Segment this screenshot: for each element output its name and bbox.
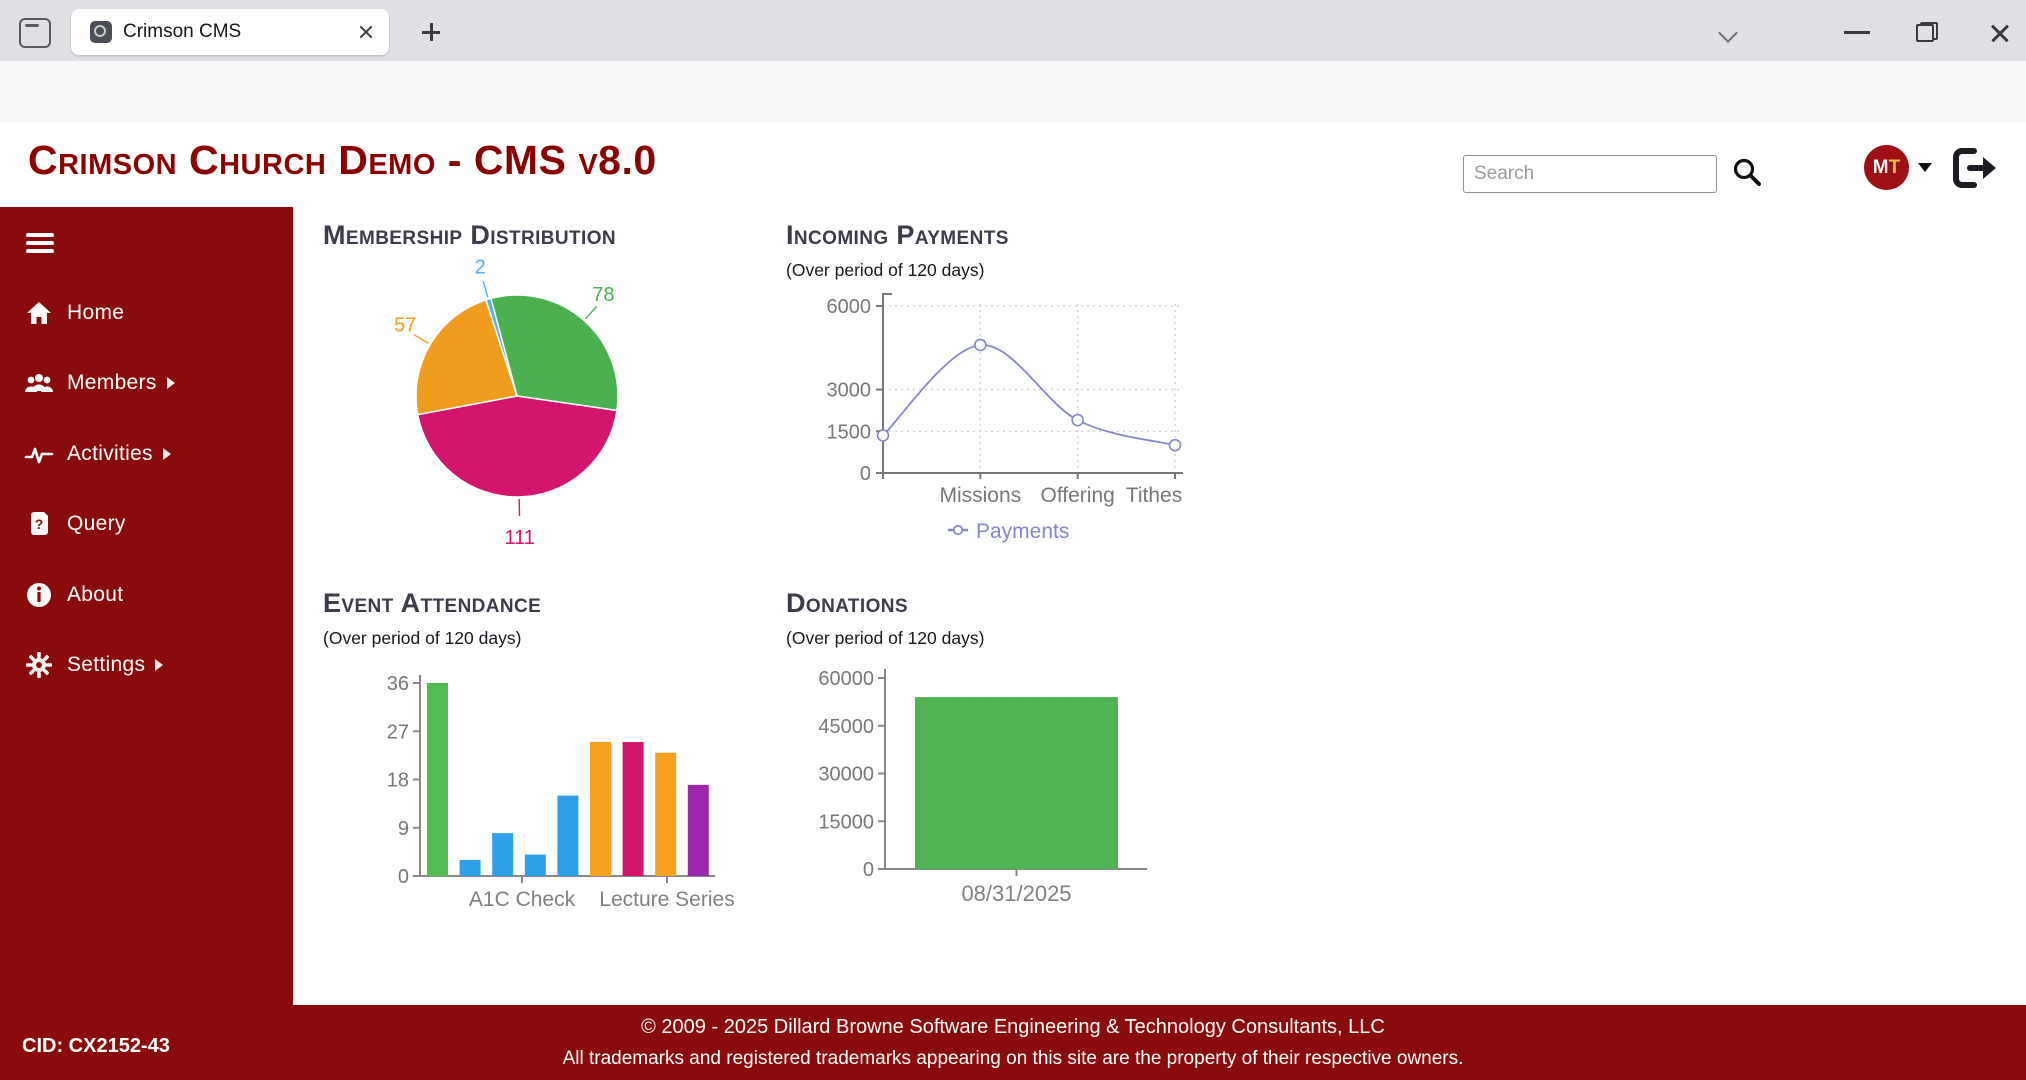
submenu-caret-icon	[167, 377, 175, 389]
footer-copyright: © 2009 - 2025 Dillard Browne Software En…	[0, 1016, 2026, 1039]
svg-text:18: 18	[387, 770, 409, 792]
browser-toolbar: www.dibroapps.com/crimson/product/home 9…	[0, 61, 2026, 124]
payments-line-chart: 0 1500 3000 6000 Missions Offering Tithes Payme…	[780, 280, 1240, 570]
submenu-caret-icon	[163, 448, 171, 460]
svg-text:?: ?	[35, 516, 44, 532]
svg-text:08/31/2025: 08/31/2025	[961, 881, 1071, 906]
window-minimize-button[interactable]	[1844, 31, 1870, 34]
chart-subtitle-donations: (Over period of 120 days)	[786, 628, 984, 649]
svg-text:57: 57	[394, 315, 416, 337]
home-icon	[24, 300, 54, 326]
svg-text:78: 78	[592, 284, 614, 306]
svg-text:6000: 6000	[827, 296, 872, 318]
avatar[interactable]: MT	[1864, 145, 1909, 190]
sidebar-item-activities[interactable]: Activities	[0, 434, 293, 474]
list-tabs-chevron-icon[interactable]	[1716, 24, 1744, 42]
footer-trademark: All trademarks and registered trademarks…	[0, 1048, 2026, 1070]
logout-icon[interactable]	[1946, 143, 2002, 193]
sidebar-item-query[interactable]: ? Query	[0, 504, 293, 544]
svg-text:9: 9	[398, 818, 409, 840]
svg-text:2: 2	[475, 256, 486, 278]
submenu-caret-icon	[155, 659, 163, 671]
app-footer: CID: CX2152-43 © 2009 - 2025 Dillard Bro…	[0, 1005, 2026, 1080]
activities-pulse-icon	[24, 441, 54, 467]
members-icon	[24, 370, 54, 396]
chart-subtitle-attendance: (Over period of 120 days)	[323, 628, 521, 649]
avatar-caret-icon[interactable]	[1918, 163, 1932, 172]
window-restore-button[interactable]	[1916, 22, 1938, 42]
browser-tab[interactable]: Crimson CMS	[71, 9, 389, 55]
tab-close-icon[interactable]	[351, 17, 381, 47]
search-input[interactable]	[1463, 155, 1717, 193]
chart-title-membership: Membership Distribution	[323, 220, 616, 251]
svg-text:60000: 60000	[818, 668, 874, 690]
avatar-initials: MT	[1873, 157, 1900, 179]
sidebar-item-label: About	[67, 583, 123, 607]
browser-tab-strip: Crimson CMS	[0, 0, 2026, 61]
svg-text:27: 27	[387, 721, 409, 743]
svg-text:Payments: Payments	[976, 520, 1069, 543]
sidebar-item-label: Home	[67, 301, 124, 325]
app-header: Crimson Church Demo - CMS v8.0 MT	[0, 123, 2026, 207]
svg-text:111: 111	[505, 527, 535, 549]
svg-text:15000: 15000	[818, 811, 874, 833]
svg-text:Offering: Offering	[1041, 484, 1115, 507]
svg-text:30000: 30000	[818, 764, 874, 786]
svg-text:Missions: Missions	[939, 484, 1021, 507]
sidebar-item-home[interactable]: Home	[0, 293, 293, 333]
sidebar-item-about[interactable]: About	[0, 575, 293, 615]
svg-text:0: 0	[860, 463, 871, 485]
svg-text:Tithes: Tithes	[1126, 484, 1182, 507]
chart-title-attendance: Event Attendance	[323, 588, 541, 619]
site-favicon-icon	[90, 21, 112, 43]
svg-text:A1C Check: A1C Check	[469, 888, 576, 911]
gear-icon	[24, 651, 54, 679]
svg-text:0: 0	[863, 859, 874, 881]
firefox-view-icon[interactable]	[19, 18, 51, 48]
attendance-bar-chart: 0 9 18 27 36 A1C Check Lecture Series	[310, 655, 770, 925]
sidebar: Home Members Activities ? Query	[0, 207, 293, 1007]
svg-text:45000: 45000	[818, 716, 874, 738]
svg-text:3000: 3000	[827, 380, 872, 402]
membership-pie-chart: 78 111 57 2	[330, 248, 730, 578]
chart-title-payments: Incoming Payments	[786, 220, 1009, 251]
chart-title-donations: Donations	[786, 588, 908, 619]
page-title: Crimson Church Demo - CMS v8.0	[28, 137, 657, 184]
query-tag-icon: ?	[24, 510, 54, 538]
info-icon	[24, 581, 54, 609]
donations-bar-chart: 0 15000 30000 45000 60000 08/31/2025	[775, 655, 1255, 925]
svg-text:1500: 1500	[827, 421, 872, 443]
sidebar-item-label: Members	[67, 371, 157, 395]
sidebar-item-label: Settings	[67, 653, 145, 677]
sidebar-item-settings[interactable]: Settings	[0, 645, 293, 685]
svg-text:0: 0	[398, 866, 409, 888]
search-icon[interactable]	[1728, 154, 1768, 194]
chart-subtitle-payments: (Over period of 120 days)	[786, 260, 984, 281]
sidebar-item-members[interactable]: Members	[0, 363, 293, 403]
sidebar-item-label: Activities	[67, 442, 153, 466]
svg-text:Lecture Series: Lecture Series	[599, 888, 734, 911]
sidebar-item-label: Query	[67, 512, 126, 536]
svg-text:36: 36	[387, 673, 409, 695]
new-tab-button[interactable]	[415, 16, 447, 48]
sidebar-toggle-icon[interactable]	[26, 233, 54, 255]
tab-title: Crimson CMS	[123, 21, 351, 43]
window-close-button[interactable]	[1988, 22, 2012, 44]
